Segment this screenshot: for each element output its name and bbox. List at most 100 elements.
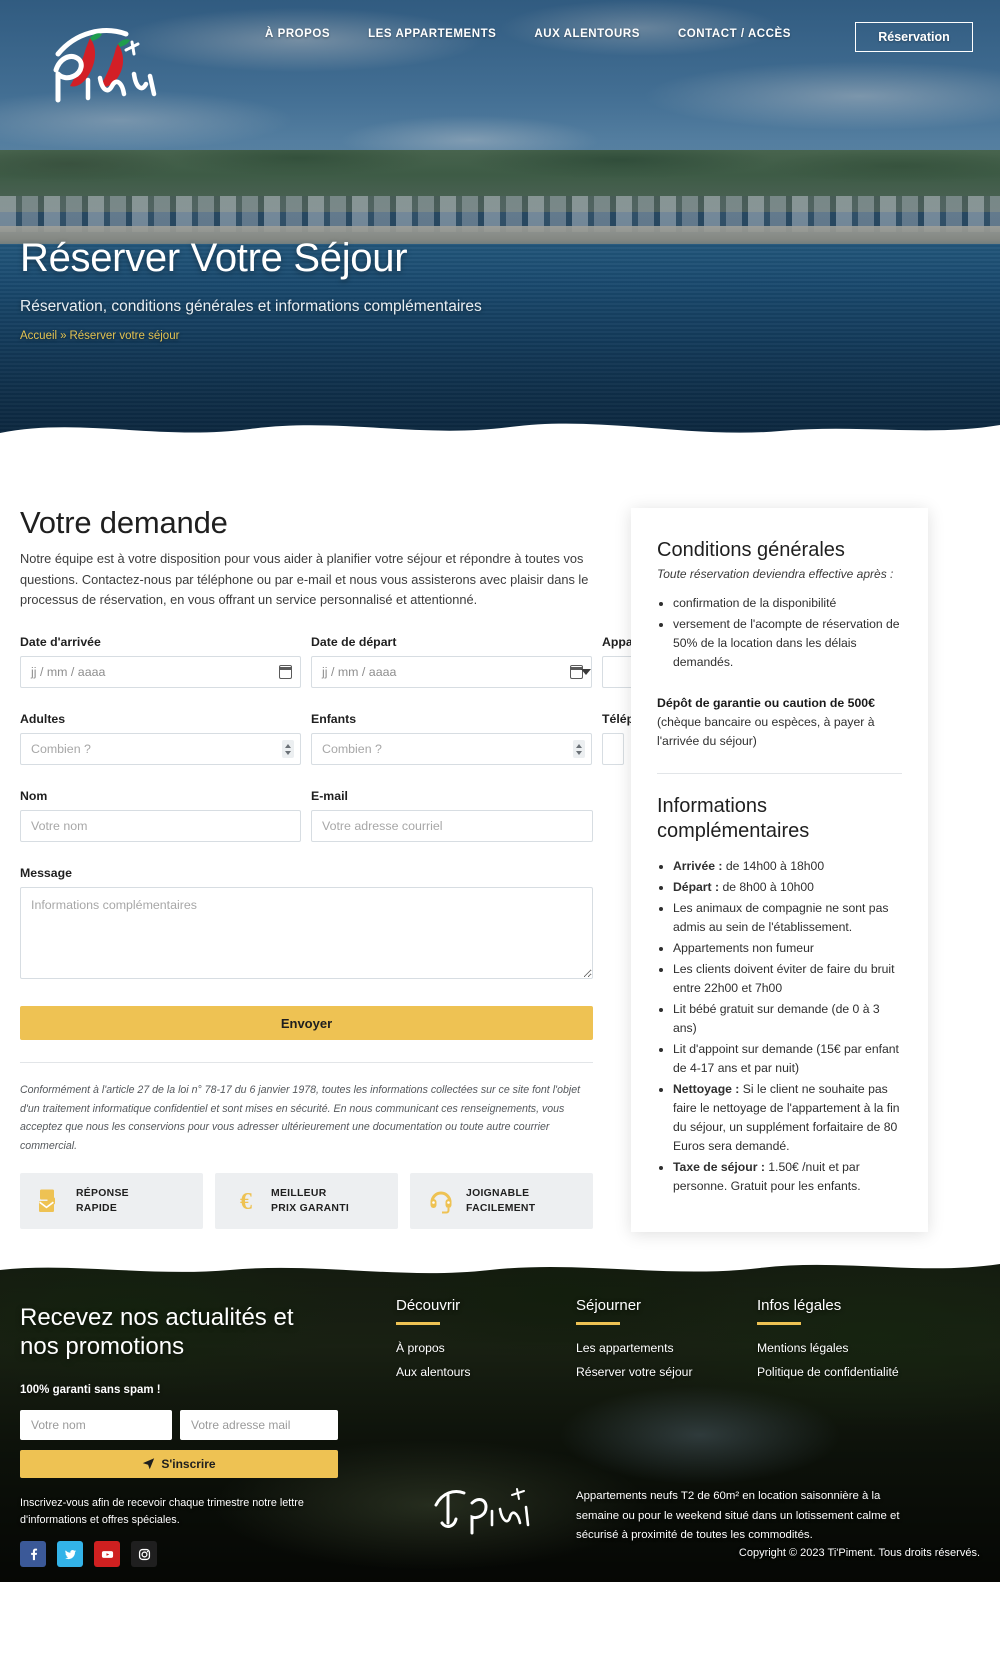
- footer-copyright: Copyright © 2023 Ti'Piment. Tous droits …: [738, 1547, 980, 1559]
- footer-description: Appartements neufs T2 de 60m² en locatio…: [576, 1490, 900, 1542]
- info-title: Informations complémentaires: [657, 794, 810, 842]
- main-content: Votre demande Notre équipe est à votre d…: [0, 445, 1000, 1255]
- list-item: Les clients doivent éviter de faire du b…: [673, 960, 902, 998]
- footer-column-title: Séjourner: [576, 1297, 642, 1314]
- sidebar-divider: [657, 772, 902, 774]
- nav-item-aux-alentours[interactable]: AUX ALENTOURS: [534, 28, 640, 40]
- phone-input[interactable]: [602, 733, 624, 766]
- field-departure-date: Date de départ jj / mm / aaaa: [311, 635, 592, 689]
- field-email: E-mail: [311, 789, 593, 843]
- list-item-label: Départ :: [673, 879, 720, 894]
- headset-icon: [428, 1188, 454, 1214]
- deposit-heading: Dépôt de garantie ou caution de 500€: [657, 696, 875, 711]
- info-list: Arrivée : de 14h00 à 18h00 Départ : de 8h…: [673, 857, 902, 1197]
- feature-meilleur-prix: € MEILLEUR PRIX GARANTI: [215, 1173, 398, 1230]
- list-item: Départ : de 8h00 à 10h00: [673, 878, 902, 897]
- nav-item-a-propos[interactable]: À PROPOS: [265, 28, 330, 40]
- feature-line1: JOIGNABLE: [466, 1188, 530, 1200]
- footer-column-decouvrir: Découvrir À propos Aux alentours: [396, 1297, 471, 1389]
- footer-column-infos-legales: Infos légales Mentions légales Politique…: [757, 1297, 899, 1389]
- breadcrumb-current: Réserver votre séjour: [69, 330, 180, 342]
- site-header: À PROPOS LES APPARTEMENTS AUX ALENTOURS …: [0, 0, 1000, 112]
- newsletter-email-input[interactable]: [180, 1409, 338, 1440]
- footer-column-title: Infos légales: [757, 1297, 842, 1314]
- feature-line1: MEILLEUR: [271, 1188, 327, 1200]
- youtube-icon[interactable]: [94, 1541, 120, 1567]
- footer-link-aux-alentours[interactable]: Aux alentours: [396, 1365, 471, 1379]
- list-item: Taxe de séjour : 1.50€ /nuit et par pers…: [673, 1158, 902, 1196]
- list-item: Arrivée : de 14h00 à 18h00: [673, 857, 902, 876]
- adults-input[interactable]: [20, 733, 301, 766]
- newsletter-spam-note: 100% garanti sans spam !: [20, 1383, 161, 1396]
- calendar-icon[interactable]: [569, 665, 584, 680]
- label-message: Message: [20, 866, 72, 881]
- site-footer: Recevez nos actualités et nos promotions…: [0, 1255, 1000, 1582]
- footer-link-mentions-legales[interactable]: Mentions légales: [757, 1341, 899, 1355]
- form-row-guests: Adultes Enfants Téléphone: [20, 712, 664, 766]
- facebook-icon[interactable]: [20, 1541, 46, 1567]
- list-item-label: Nettoyage :: [673, 1081, 740, 1096]
- form-title: Votre demande: [20, 505, 228, 540]
- request-form-column: Votre demande Notre équipe est à votre d…: [20, 505, 678, 1230]
- social-links: [20, 1541, 157, 1567]
- form-row-dates: Date d'arrivée jj / mm / aaaa Date de dé…: [20, 635, 678, 689]
- message-textarea[interactable]: [20, 887, 593, 980]
- adults-stepper[interactable]: [282, 740, 294, 759]
- paper-plane-icon: [143, 1458, 155, 1470]
- breadcrumb: Accueil» Réserver votre séjour: [20, 330, 482, 342]
- mail-stack-icon: [38, 1188, 64, 1214]
- features-row: RÉPONSE RAPIDE € MEILLEUR PRIX GARANTI J…: [20, 1173, 593, 1230]
- label-adults: Adultes: [20, 712, 66, 727]
- departure-date-input[interactable]: [311, 656, 592, 689]
- label-children: Enfants: [311, 712, 357, 727]
- feature-text: JOIGNABLE FACILEMENT: [466, 1186, 535, 1216]
- list-item: Appartements non fumeur: [673, 939, 902, 958]
- list-item: Lit bébé gratuit sur demande (de 0 à 3 a…: [673, 1000, 902, 1038]
- send-button[interactable]: Envoyer: [20, 1006, 593, 1041]
- footer-link-les-appartements[interactable]: Les appartements: [576, 1341, 693, 1355]
- field-children: Enfants: [311, 712, 592, 766]
- children-stepper[interactable]: [573, 740, 585, 759]
- svg-text:€: €: [240, 1189, 252, 1214]
- label-name: Nom: [20, 789, 48, 804]
- breadcrumb-home[interactable]: Accueil: [20, 330, 57, 342]
- footer-column-title: Découvrir: [396, 1297, 461, 1314]
- instagram-icon[interactable]: [131, 1541, 157, 1567]
- conditions-title: Conditions générales: [657, 539, 845, 561]
- feature-text: MEILLEUR PRIX GARANTI: [271, 1186, 349, 1216]
- list-item-label: Taxe de séjour :: [673, 1160, 765, 1175]
- twitter-icon[interactable]: [57, 1541, 83, 1567]
- list-item: Lit d'appoint sur demande (15€ par enfan…: [673, 1040, 902, 1078]
- email-input[interactable]: [311, 810, 593, 843]
- newsletter-block: Recevez nos actualités et nos promotions…: [20, 1303, 338, 1529]
- euro-icon: €: [233, 1188, 259, 1215]
- footer-link-politique-confidentialite[interactable]: Politique de confidentialité: [757, 1365, 899, 1379]
- field-arrival-date: Date d'arrivée jj / mm / aaaa: [20, 635, 301, 689]
- legal-notice: Conformément à l'article 27 de la loi n°…: [20, 1084, 581, 1152]
- footer-content: Recevez nos actualités et nos promotions…: [0, 1255, 1000, 1582]
- newsletter-subscribe-button[interactable]: S'inscrire: [20, 1449, 338, 1478]
- hero-text-block: Réserver Votre Séjour Réservation, condi…: [20, 236, 482, 342]
- feature-line1: RÉPONSE: [76, 1188, 129, 1200]
- reservation-button[interactable]: Réservation: [855, 22, 973, 52]
- newsletter-name-input[interactable]: [20, 1409, 172, 1440]
- nav-item-contact-acces[interactable]: CONTACT / ACCÈS: [678, 28, 791, 40]
- hero-wave-divider: [0, 423, 1000, 445]
- footer-column-underline: [757, 1322, 801, 1325]
- footer-logo: [428, 1483, 538, 1539]
- nav-item-les-appartements[interactable]: LES APPARTEMENTS: [368, 28, 496, 40]
- feature-text: RÉPONSE RAPIDE: [76, 1186, 129, 1216]
- footer-link-a-propos[interactable]: À propos: [396, 1341, 471, 1355]
- name-input[interactable]: [20, 810, 301, 843]
- form-row-identity: Nom E-mail: [20, 789, 593, 843]
- conditions-list: confirmation de la disponibilité verseme…: [673, 594, 902, 672]
- calendar-icon[interactable]: [278, 665, 293, 680]
- arrival-date-input[interactable]: [20, 656, 301, 689]
- hero-banner: À PROPOS LES APPARTEMENTS AUX ALENTOURS …: [0, 0, 1000, 445]
- footer-link-reserver-votre-sejour[interactable]: Réserver votre séjour: [576, 1365, 693, 1379]
- footer-column-underline: [396, 1322, 440, 1325]
- list-item: versement de l'acompte de réservation de…: [673, 615, 902, 672]
- children-input[interactable]: [311, 733, 592, 766]
- main-navigation[interactable]: À PROPOS LES APPARTEMENTS AUX ALENTOURS …: [265, 28, 791, 40]
- site-logo[interactable]: [30, 14, 170, 106]
